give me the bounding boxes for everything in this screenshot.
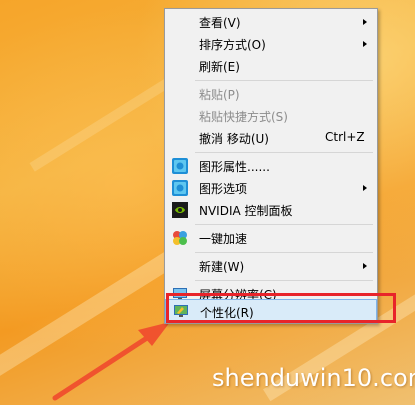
menu-separator xyxy=(195,152,373,153)
submenu-arrow-icon xyxy=(363,19,367,25)
menu-item-undo-move[interactable]: 撤消 移动(U) Ctrl+Z xyxy=(165,127,377,149)
menu-item-one-click-speedup[interactable]: 一键加速 xyxy=(165,227,377,249)
submenu-arrow-icon xyxy=(363,263,367,269)
menu-item-label: 新建(W) xyxy=(199,260,245,274)
highlight-box xyxy=(166,293,396,323)
menu-separator xyxy=(195,224,373,225)
intel-graphics-icon xyxy=(172,158,188,174)
menu-separator xyxy=(195,280,373,281)
submenu-arrow-icon xyxy=(363,41,367,47)
menu-item-paste[interactable]: 粘贴(P) xyxy=(165,83,377,105)
menu-item-sort-by[interactable]: 排序方式(O) xyxy=(165,33,377,55)
menu-item-new[interactable]: 新建(W) xyxy=(165,255,377,277)
menu-item-label: 粘贴快捷方式(S) xyxy=(199,110,288,124)
intel-graphics-icon xyxy=(172,180,188,196)
desktop-context-menu: 查看(V) 排序方式(O) 刷新(E) 粘贴(P) 粘贴快捷方式(S) 撤消 移… xyxy=(164,8,378,324)
menu-item-graphics-options[interactable]: 图形选项 xyxy=(165,177,377,199)
menu-item-nvidia-control-panel[interactable]: NVIDIA 控制面板 xyxy=(165,199,377,221)
menu-separator xyxy=(195,252,373,253)
menu-item-shortcut: Ctrl+Z xyxy=(325,130,365,144)
menu-item-graphics-properties[interactable]: 图形属性...... xyxy=(165,155,377,177)
menu-separator xyxy=(195,80,373,81)
menu-item-label: 图形选项 xyxy=(199,182,248,196)
menu-item-label: 图形属性...... xyxy=(199,160,270,174)
watermark: shenduwin10.com xyxy=(212,364,415,392)
menu-item-label: NVIDIA 控制面板 xyxy=(199,204,293,218)
menu-item-label: 刷新(E) xyxy=(199,60,240,74)
menu-item-paste-shortcut[interactable]: 粘贴快捷方式(S) xyxy=(165,105,377,127)
speedup-icon xyxy=(173,231,187,245)
submenu-arrow-icon xyxy=(363,185,367,191)
menu-item-label: 撤消 移动(U) xyxy=(199,132,269,146)
menu-item-label: 一键加速 xyxy=(199,232,248,246)
menu-item-label: 粘贴(P) xyxy=(199,88,240,102)
menu-item-label: 查看(V) xyxy=(199,16,241,30)
menu-item-label: 排序方式(O) xyxy=(199,38,266,52)
menu-item-view[interactable]: 查看(V) xyxy=(165,11,377,33)
nvidia-icon xyxy=(172,202,188,218)
menu-item-refresh[interactable]: 刷新(E) xyxy=(165,55,377,77)
